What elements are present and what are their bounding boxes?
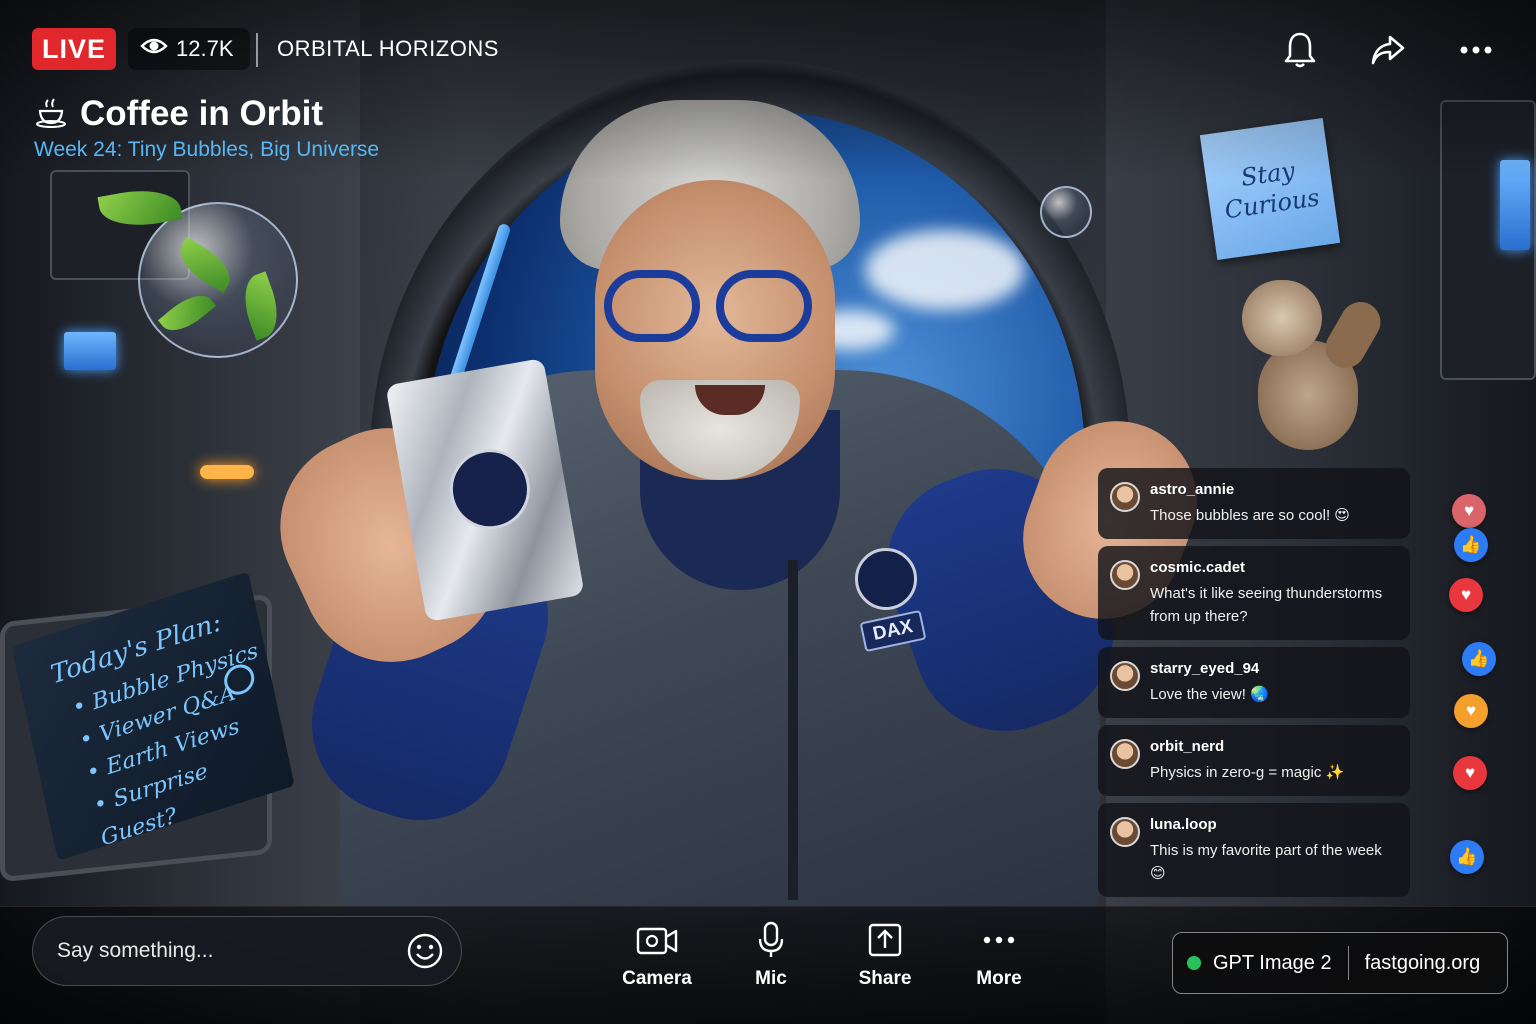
like-reaction-icon: 👍 [1454, 528, 1488, 562]
sticky-line-2: Curious [1222, 183, 1322, 225]
channel-name[interactable]: ORBITAL HORIZONS [277, 36, 499, 62]
eye-icon [140, 36, 168, 62]
more-dots-icon[interactable] [1456, 30, 1496, 70]
glasses [604, 270, 814, 342]
chat-username[interactable]: orbit_nerd [1150, 738, 1396, 755]
share-button[interactable]: Share [828, 920, 942, 990]
heart-reaction-icon: ♥ [1453, 756, 1487, 790]
like-reaction-icon: 👍 [1450, 840, 1484, 874]
chat-text: This is my favorite part of the week 😊 [1150, 842, 1382, 882]
floating-bubble [1040, 186, 1092, 238]
chat-username[interactable]: cosmic.cadet [1150, 559, 1396, 576]
stream-controls: Camera Mic Share More [600, 920, 1056, 990]
share-upload-icon [863, 920, 907, 960]
chat-username[interactable]: luna.loop [1150, 816, 1396, 833]
share-label: Share [858, 968, 912, 989]
chat-message: starry_eyed_94 Love the view! 🌏 [1098, 647, 1410, 718]
stream-subtitle: Week 24: Tiny Bubbles, Big Universe [34, 138, 380, 161]
watermark-label: GPT Image 2 [1213, 951, 1332, 974]
amber-light [200, 465, 254, 479]
heart-reaction-icon: ♥ [1452, 494, 1486, 528]
chat-text: What's it like seeing thunderstorms from… [1150, 585, 1383, 625]
avatar[interactable] [1110, 817, 1140, 847]
stream-title: Coffee in Orbit [80, 94, 324, 133]
mic-icon [749, 920, 793, 960]
camera-icon [635, 920, 679, 960]
chat-message: orbit_nerd Physics in zero-g = magic ✨ [1098, 725, 1410, 796]
watermark: GPT Image 2 fastgoing.org [1172, 932, 1508, 994]
bell-icon[interactable] [1280, 30, 1320, 70]
top-actions [1280, 30, 1496, 70]
coffee-cup-icon [34, 95, 68, 134]
chat-message: astro_annie Those bubbles are so cool! 😍 [1098, 468, 1410, 539]
more-label: More [976, 968, 1022, 989]
more-button[interactable]: More [942, 920, 1056, 990]
header-divider [256, 33, 258, 67]
share-arrow-icon[interactable] [1368, 30, 1408, 70]
more-dots-icon [977, 920, 1021, 960]
avatar[interactable] [1110, 661, 1140, 691]
avatar[interactable] [1110, 560, 1140, 590]
otter-plush [1238, 280, 1388, 450]
chat-text: Those bubbles are so cool! 😍 [1150, 507, 1350, 524]
heart-reaction-icon: ♥ [1449, 578, 1483, 612]
mic-label: Mic [755, 968, 787, 989]
camera-button[interactable]: Camera [600, 920, 714, 990]
like-reaction-icon: 👍 [1462, 642, 1496, 676]
avatar[interactable] [1110, 482, 1140, 512]
watermark-site: fastgoing.org [1364, 951, 1481, 974]
camera-label: Camera [622, 968, 692, 989]
chat-input[interactable] [32, 916, 462, 986]
chat-username[interactable]: starry_eyed_94 [1150, 660, 1396, 677]
avatar[interactable] [1110, 739, 1140, 769]
tablet: Today's Plan: • Bubble Physics • Viewer … [0, 571, 295, 883]
watermark-divider [1347, 946, 1349, 980]
mic-button[interactable]: Mic [714, 920, 828, 990]
pouch-logo [443, 442, 537, 536]
chat-text: Physics in zero-g = magic ✨ [1150, 764, 1345, 781]
chat-message: cosmic.cadet What's it like seeing thund… [1098, 546, 1410, 640]
viewer-count-value: 12.7K [176, 36, 234, 61]
live-chat: astro_annie Those bubbles are so cool! 😍… [1098, 468, 1410, 904]
chat-text: Love the view! 🌏 [1150, 686, 1269, 703]
chat-message: luna.loop This is my favorite part of th… [1098, 803, 1410, 897]
emoji-icon[interactable] [406, 932, 444, 970]
chat-username[interactable]: astro_annie [1150, 481, 1396, 498]
wall-screen [64, 332, 116, 370]
stream-title-row: Coffee in Orbit [34, 94, 323, 134]
status-dot-icon [1187, 956, 1201, 970]
live-badge: LIVE [32, 28, 116, 70]
viewer-count: 12.7K [128, 28, 250, 70]
orange-heart-reaction-icon: ♥ [1454, 694, 1488, 728]
suit-zipper [788, 560, 798, 900]
mission-patch [855, 548, 917, 610]
